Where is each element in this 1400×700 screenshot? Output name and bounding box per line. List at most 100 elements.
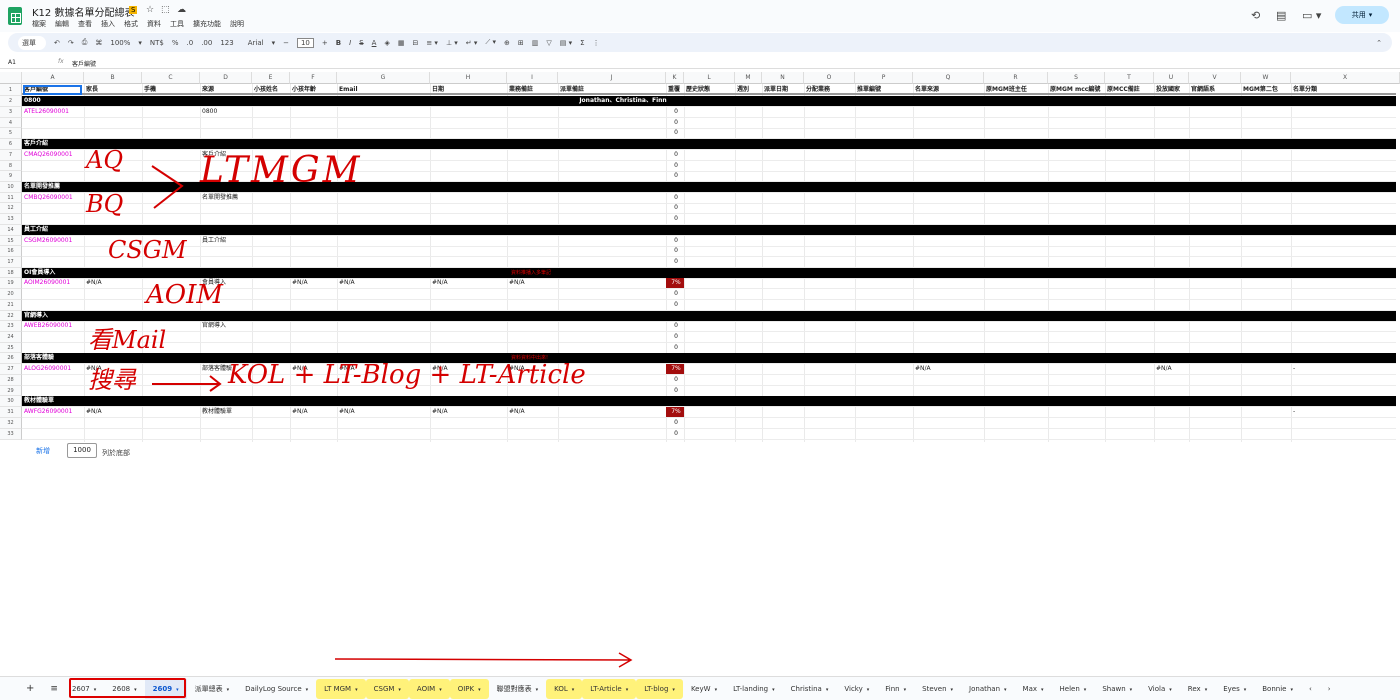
row-header[interactable]: 16	[0, 246, 22, 257]
customer-id[interactable]: AWFG26090001	[22, 407, 84, 417]
rows-count-input[interactable]: 1000	[67, 443, 97, 458]
na-value[interactable]: #N/A	[430, 278, 507, 288]
row-header[interactable]: 23	[0, 321, 22, 332]
column-header-w[interactable]: W	[1241, 72, 1291, 84]
column-title[interactable]: 原MGM班主任	[984, 84, 1027, 95]
column-header-c[interactable]: C	[142, 72, 200, 84]
duplicate-count[interactable]: 0	[666, 246, 684, 256]
column-title[interactable]: 原MGM mcc編號	[1048, 84, 1100, 95]
duplicate-count[interactable]: 0	[666, 386, 684, 396]
row-header[interactable]: 9	[0, 171, 22, 182]
column-title[interactable]: 派單日期	[762, 84, 788, 95]
column-title[interactable]: 名單分類	[1291, 84, 1317, 95]
column-title[interactable]: 小孩姓名	[252, 84, 278, 95]
tabs-next-icon[interactable]: ›	[1320, 679, 1339, 699]
duplicate-count[interactable]: 0	[666, 321, 684, 331]
section-label[interactable]: 教材體驗單	[22, 396, 84, 406]
sheet-tab-27[interactable]: Bonnie ▾	[1254, 679, 1301, 699]
row-header[interactable]: 29	[0, 386, 22, 396]
font-select[interactable]: Arial	[248, 39, 264, 47]
sheet-tab-14[interactable]: KeyW ▾	[683, 679, 725, 699]
row-header[interactable]: 11	[0, 193, 22, 203]
section-label[interactable]: 0800	[22, 96, 84, 106]
move-icon[interactable]: ⬚	[161, 5, 170, 15]
row-header[interactable]: 17	[0, 257, 22, 268]
filter-icon[interactable]: ▽	[546, 39, 551, 47]
duplicate-count[interactable]: 0	[666, 161, 684, 171]
share-button[interactable]: 共用 ▾	[1335, 6, 1389, 24]
duplicate-percent[interactable]: 7%	[666, 407, 684, 417]
row-header[interactable]: 13	[0, 214, 22, 225]
add-sheet-button[interactable]: +	[0, 679, 44, 699]
na-value[interactable]: #N/A	[507, 278, 558, 288]
column-title[interactable]: MGM第二包	[1241, 84, 1278, 95]
text-rotation-icon[interactable]: ⟋ ▾	[485, 38, 496, 47]
sheet-tab-6[interactable]: LT MGM ▾	[316, 678, 366, 699]
column-header-a[interactable]: A	[22, 72, 84, 84]
document-title[interactable]: K12 數據名單分配總表	[32, 4, 134, 19]
increase-decimal-button[interactable]: .00	[201, 39, 212, 47]
chevron-down-icon[interactable]: ▾	[672, 687, 675, 693]
sheet-tab-20[interactable]: Jonathan ▾	[961, 679, 1015, 699]
row-header[interactable]: 8	[0, 161, 22, 171]
merge-cells-icon[interactable]: ⊟	[412, 39, 418, 47]
column-title[interactable]: 來源	[200, 84, 214, 95]
select-all-corner[interactable]	[0, 72, 22, 84]
column-title[interactable]: 名單來源	[913, 84, 939, 95]
row-header[interactable]: 32	[0, 418, 22, 429]
sheet-tab-7[interactable]: CSGM ▾	[365, 678, 409, 699]
na-value[interactable]: #N/A	[337, 364, 430, 374]
strikethrough-button[interactable]: S	[359, 39, 363, 47]
source-value[interactable]: 官網導入	[200, 321, 252, 331]
duplicate-count[interactable]: 0	[666, 332, 684, 342]
row-header[interactable]: 24	[0, 332, 22, 343]
customer-id[interactable]: CMAQ26090001	[22, 150, 84, 160]
filter-views-icon[interactable]: ▤ ▾	[560, 39, 572, 47]
menu-view[interactable]: 查看	[78, 19, 92, 29]
star-icon[interactable]: ☆	[146, 5, 154, 15]
column-title[interactable]: 官網語系	[1189, 84, 1215, 95]
duplicate-count[interactable]: 0	[666, 118, 684, 128]
duplicate-percent[interactable]: 7%	[666, 364, 684, 374]
chevron-down-icon[interactable]: ▾	[904, 687, 907, 693]
sheet-tab-23[interactable]: Shawn ▾	[1094, 679, 1140, 699]
row-header[interactable]: 28	[0, 375, 22, 386]
customer-id[interactable]: AOIM26090001	[22, 278, 84, 288]
chevron-down-icon[interactable]: ▾	[1004, 687, 1007, 693]
currency-format-button[interactable]: NT$	[150, 39, 164, 47]
column-header-b[interactable]: B	[84, 72, 142, 84]
column-header-d[interactable]: D	[200, 72, 252, 84]
na-value[interactable]: #N/A	[337, 407, 430, 417]
column-header-x[interactable]: X	[1291, 72, 1400, 84]
row-header[interactable]: 15	[0, 236, 22, 246]
customer-id[interactable]: CMBQ26090001	[22, 193, 84, 203]
duplicate-count[interactable]: 0	[666, 171, 684, 181]
sheet-tab-8[interactable]: AOIM ▾	[408, 678, 450, 699]
insert-link-icon[interactable]: ⊕	[504, 39, 510, 47]
menu-file[interactable]: 檔案	[32, 19, 46, 29]
row-header[interactable]: 25	[0, 343, 22, 353]
menu-extensions[interactable]: 擴充功能	[193, 19, 221, 29]
duplicate-count[interactable]: 0	[666, 214, 684, 224]
sheet-tab-24[interactable]: Viola ▾	[1140, 679, 1180, 699]
duplicate-count[interactable]: 0	[666, 429, 684, 439]
chevron-down-icon[interactable]: ▾	[536, 687, 539, 693]
column-title[interactable]: 家長	[84, 84, 98, 95]
menu-tools[interactable]: 工具	[170, 19, 184, 29]
column-header-g[interactable]: G	[337, 72, 430, 84]
chevron-down-icon[interactable]: ▾	[398, 687, 401, 693]
source-value[interactable]: 0800	[200, 107, 252, 117]
source-value[interactable]: 客戶介紹	[200, 150, 252, 160]
increase-font-size-button[interactable]: +	[322, 39, 328, 47]
functions-icon[interactable]: Σ	[580, 39, 584, 47]
menu-insert[interactable]: 插入	[101, 19, 115, 29]
duplicate-percent[interactable]: 7%	[666, 278, 684, 288]
column-header-q[interactable]: Q	[913, 72, 984, 84]
sheet-tab-13[interactable]: LT-blog ▾	[636, 678, 683, 699]
column-header-k[interactable]: K	[666, 72, 684, 84]
chevron-down-icon[interactable]: ▾	[227, 687, 230, 693]
row-header[interactable]: 31	[0, 407, 22, 418]
sheets-logo-icon[interactable]	[8, 7, 22, 25]
source-value[interactable]: 員工介紹	[200, 236, 252, 246]
row-header[interactable]: 3	[0, 107, 22, 118]
